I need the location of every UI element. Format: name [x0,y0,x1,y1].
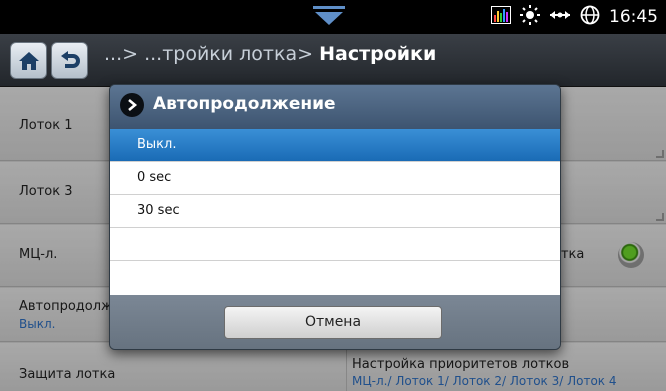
dialog-title: Автопродолжение [153,94,336,114]
options-list: Выкл. 0 sec 30 sec [110,129,560,295]
page-title: Настройки [319,43,437,65]
dialog-footer: Отмена [110,295,560,349]
option-label: Выкл. [137,137,177,152]
home-button[interactable] [10,42,47,79]
auto-continue-dialog: Автопродолжение Выкл. 0 sec 30 sec Отмен… [109,84,561,350]
clock: 16:45 [609,7,658,27]
back-icon [61,51,80,68]
status-bar: 16:45 [0,0,666,34]
back-button[interactable] [51,42,88,79]
option-label: 30 sec [137,203,180,218]
network-icon [549,7,571,27]
graph-icon [491,6,511,28]
cancel-label: Отмена [304,314,362,330]
down-arrow-icon[interactable] [313,6,345,26]
chevron-right-icon [120,93,144,117]
cancel-button[interactable]: Отмена [224,306,442,339]
globe-icon [580,5,600,29]
option-label: 0 sec [137,170,172,185]
breadcrumb-path: ...> ...тройки лотка> [104,43,314,65]
option-0-sec[interactable]: 0 sec [110,162,560,195]
brightness-icon [520,5,540,29]
dialog-header: Автопродолжение [110,85,560,129]
option-empty [110,261,560,294]
breadcrumb: ...> ...тройки лотка> Настройки [104,43,436,65]
option-empty [110,228,560,261]
option-off[interactable]: Выкл. [110,129,560,162]
home-icon [19,52,39,70]
option-30-sec[interactable]: 30 sec [110,195,560,228]
header-bar: ...> ...тройки лотка> Настройки [0,34,666,87]
